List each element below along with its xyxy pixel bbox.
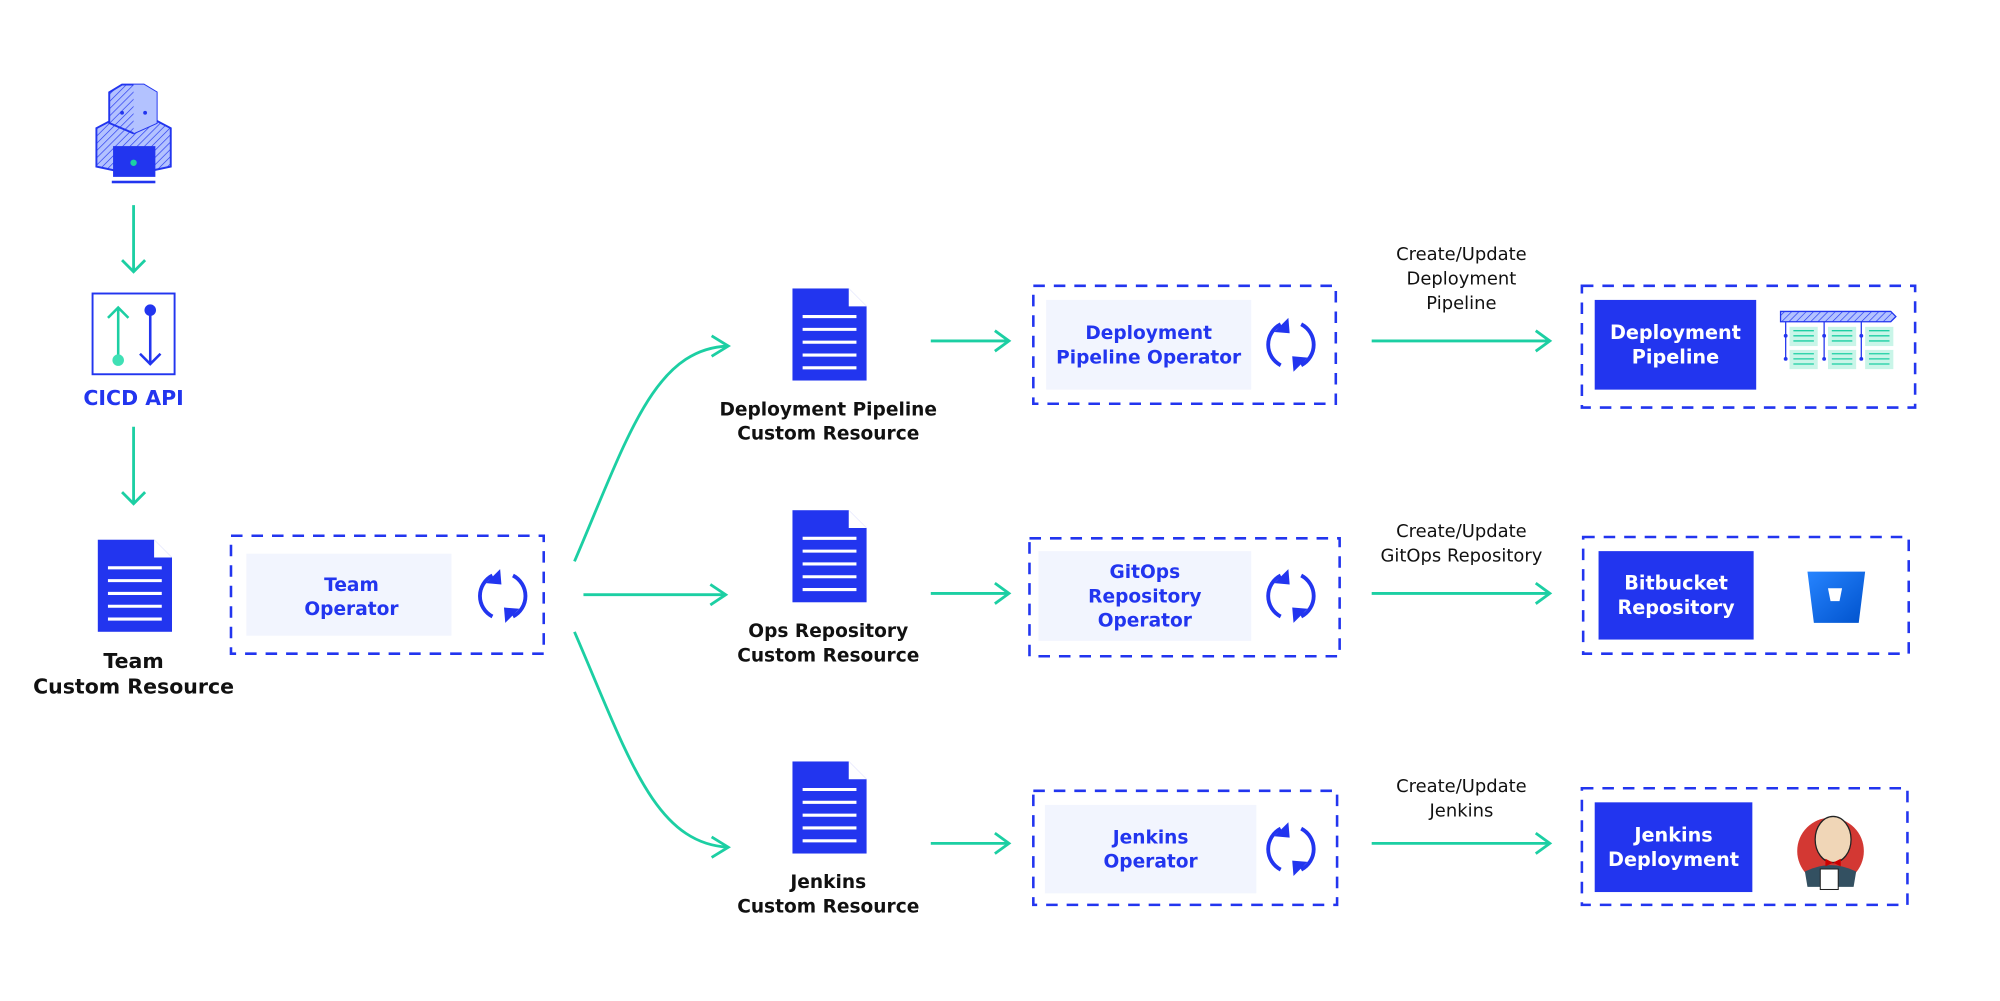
target-label: Bitbucket: [1624, 572, 1728, 595]
cicd-api-label: CICD API: [83, 386, 183, 410]
pipeline-icon: [1779, 310, 1897, 370]
architecture-diagram: CICD API Team Custom Resource Team Opera…: [33, 83, 1917, 918]
document-icon: [792, 510, 867, 603]
team-resource-label: Custom Resource: [33, 674, 234, 698]
custom-resource-label: Custom Resource: [737, 645, 919, 666]
pipeline-row: Ops Repository Custom Resource GitOps Repos…: [737, 510, 1910, 666]
action-label: Create/Update: [1396, 244, 1527, 265]
custom-resource-label: Custom Resource: [737, 897, 919, 918]
bitbucket-icon: [1807, 571, 1866, 623]
jenkins-icon: [1797, 815, 1864, 891]
flow-arrow: [121, 426, 147, 506]
sync-icon: [1266, 316, 1316, 373]
operator-label: Pipeline Operator: [1056, 347, 1242, 368]
action-label: Pipeline: [1426, 293, 1496, 314]
flow-arrow: [930, 329, 1012, 353]
flow-arrow: [930, 582, 1012, 605]
target-resource: JenkinsDeployment: [1580, 786, 1909, 907]
document-icon: [792, 761, 867, 854]
pipeline-row: Jenkins Custom Resource Jenkins Operator Cre…: [737, 761, 1909, 918]
flow-arrow: [930, 831, 1012, 855]
action-label: Create/Update: [1396, 776, 1527, 797]
target-label: Jenkins: [1632, 823, 1712, 846]
team-operator-label: Team: [324, 575, 379, 596]
action-label: Create/Update: [1396, 521, 1527, 542]
target-label: Deployment: [1608, 848, 1739, 871]
document-icon: [97, 539, 173, 632]
custom-resource-label: Jenkins: [788, 872, 866, 893]
target-resource: DeploymentPipeline: [1580, 284, 1917, 409]
custom-resource-label: Custom Resource: [737, 424, 919, 445]
operator-box: Deployment Pipeline Operator: [1032, 284, 1338, 406]
flow-arrow: [1371, 582, 1553, 605]
flow-arrow: [121, 205, 147, 274]
target-label: Repository: [1617, 596, 1735, 619]
operator-label: GitOps: [1110, 562, 1181, 583]
team-resource-label: Team: [103, 649, 163, 673]
operator-box: Jenkins Operator: [1032, 789, 1339, 907]
sync-icon: [1266, 820, 1316, 878]
sync-icon: [1266, 567, 1316, 625]
operator-label: Repository: [1088, 586, 1201, 607]
operator-label: Deployment: [1085, 323, 1212, 344]
operator-label: Jenkins: [1111, 827, 1189, 848]
team-operator: Team Operator: [229, 534, 545, 655]
sync-icon: [478, 567, 528, 625]
action-label: Deployment: [1407, 269, 1517, 290]
target-label: Pipeline: [1632, 345, 1719, 368]
developer-icon: [95, 83, 172, 184]
custom-resource-label: Ops Repository: [748, 621, 908, 642]
operator-label: Operator: [1103, 852, 1198, 873]
target-label: Deployment: [1610, 321, 1741, 344]
document-icon: [792, 288, 867, 381]
branch-arrows: [573, 334, 731, 859]
flow-arrow: [1371, 329, 1553, 353]
action-label: GitOps Repository: [1380, 545, 1542, 566]
custom-resource-label: Deployment Pipeline: [719, 399, 937, 420]
team-operator-label: Operator: [304, 599, 399, 620]
operator-label: Operator: [1098, 611, 1193, 632]
action-label: Jenkins: [1429, 800, 1494, 821]
flow-arrow: [1371, 831, 1553, 855]
target-resource: BitbucketRepository: [1581, 535, 1910, 655]
pipeline-row: Deployment Pipeline Custom Resource Deploy…: [719, 244, 1917, 445]
api-arrows-icon: [91, 292, 176, 376]
operator-box: GitOps Repository Operator: [1028, 537, 1341, 658]
